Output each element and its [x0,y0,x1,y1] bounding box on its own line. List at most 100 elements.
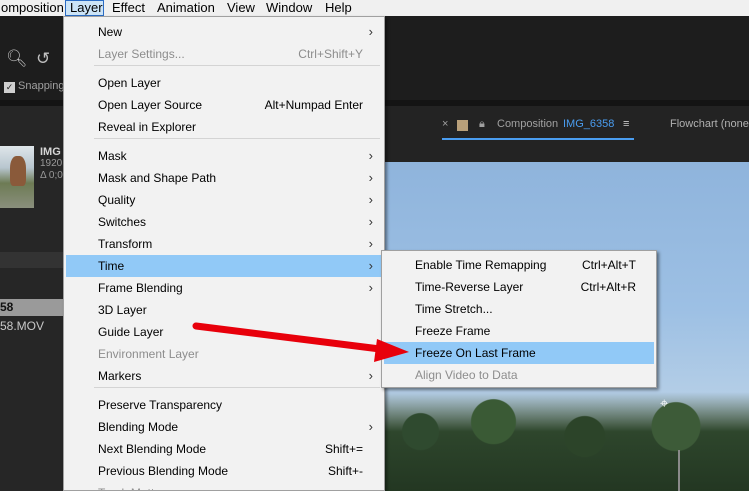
layer-menu-item-quality[interactable]: Quality › [66,189,382,211]
checkbox-icon: ✓ [4,82,15,93]
layer-menu-item-open-layer-source[interactable]: Open Layer Source Alt+Numpad Enter [66,94,382,116]
project-item-resolution: 1920 [40,158,63,169]
menu-item-label: Mask [98,149,127,163]
menu-separator [94,65,380,66]
menu-window[interactable]: Window [262,0,316,16]
viewer-trees [384,392,749,491]
submenu-chevron-icon: › [368,258,373,273]
menu-view[interactable]: View [223,0,259,16]
panel-menu-icon[interactable]: ≡ [623,118,629,130]
submenu-item-label: Enable Time Remapping [415,258,547,272]
layer-menu-item-reveal-in-explorer[interactable]: Reveal in Explorer [66,116,382,138]
layer-menu-item-switches[interactable]: Switches › [66,211,382,233]
viewer-lamp-post [678,450,680,491]
project-file-row[interactable]: 58.MOV [0,319,44,333]
layer-menu-item-environment-layer: Environment Layer [66,343,382,365]
menu-item-label: Layer Settings... [98,47,185,61]
menu-composition[interactable]: omposition [0,0,68,16]
project-strip [0,252,64,268]
layer-menu-item-3d-layer[interactable]: 3D Layer [66,299,382,321]
anchor-crosshair-icon[interactable]: ⌖ [660,395,668,412]
layer-menu-item-open-layer[interactable]: Open Layer [66,72,382,94]
menu-item-label: Preserve Transparency [98,398,223,412]
menu-bar: omposition Layer Effect Animation View W… [0,0,749,16]
submenu-chevron-icon: › [368,170,373,185]
lock-icon[interactable]: 🔒︎ [479,118,485,131]
layer-menu-item-new[interactable]: New › [66,21,382,43]
menu-layer[interactable]: Layer [65,0,104,16]
menu-item-label: 3D Layer [98,303,147,317]
menu-effect[interactable]: Effect [108,0,149,16]
layer-menu-item-transform[interactable]: Transform › [66,233,382,255]
time-submenu: Enable Time Remapping Ctrl+Alt+T Time-Reve… [381,250,657,388]
snapping-toggle[interactable]: ✓ Snapping [4,80,65,93]
project-item-name: IMG [40,146,61,158]
time-submenu-item-time-stretch[interactable]: Time Stretch... [384,298,654,320]
time-submenu-item-align-video-to-data: Align Video to Data [384,364,654,386]
menu-item-label: Environment Layer [98,347,199,361]
submenu-item-label: Freeze Frame [415,324,491,338]
menu-item-label: Markers [98,369,142,383]
menu-help[interactable]: Help [321,0,356,16]
menu-separator [94,138,380,139]
zoom-tool-icon[interactable]: 🔍︎ [6,49,28,69]
submenu-chevron-icon: › [368,419,373,434]
rotate-tool-icon[interactable]: ↺ [36,49,50,69]
active-tab-indicator [442,138,634,140]
submenu-chevron-icon: › [368,148,373,163]
submenu-item-shortcut: Ctrl+Alt+R [580,280,636,294]
time-submenu-item-freeze-on-last-frame[interactable]: Freeze On Last Frame [384,342,654,364]
layer-menu-item-guide-layer[interactable]: Guide Layer [66,321,382,343]
menu-item-label: Blending Mode [98,420,179,434]
menu-separator [94,387,380,388]
menu-item-label: Reveal in Explorer [98,120,197,134]
layer-menu-item-next-blending-mode[interactable]: Next Blending Mode Shift+= [66,438,382,460]
menu-item-label: Track Matte [98,482,161,490]
layer-menu-item-markers[interactable]: Markers › [66,365,382,387]
time-submenu-item-freeze-frame[interactable]: Freeze Frame [384,320,654,342]
menu-item-shortcut: Alt+Numpad Enter [264,98,363,112]
menu-item-label: Quality [98,193,136,207]
submenu-chevron-icon: › [368,214,373,229]
menu-item-label: Frame Blending [98,281,183,295]
menu-item-label: Mask and Shape Path [98,171,217,185]
submenu-item-shortcut: Ctrl+Alt+T [581,258,636,272]
project-selected-row[interactable]: 58 [0,299,64,316]
composition-tab-name[interactable]: IMG_6358 [563,118,614,130]
submenu-chevron-icon: › [368,236,373,251]
menu-item-label: New [98,25,123,39]
submenu-chevron-icon: › [368,280,373,295]
close-icon[interactable]: × [442,118,448,130]
layer-menu-item-time[interactable]: Time › [66,255,382,277]
layer-menu-item-layer-settings: Layer Settings... Ctrl+Shift+Y [66,43,382,65]
layer-menu-item-previous-blending-mode[interactable]: Previous Blending Mode Shift+- [66,460,382,482]
project-item-duration: Δ 0;0 [40,170,63,181]
layer-menu-item-frame-blending[interactable]: Frame Blending › [66,277,382,299]
menu-item-label: Switches [98,215,147,229]
menu-item-shortcut: Shift+- [327,464,363,478]
composition-tab-bar: × 🔒︎ Composition IMG_6358 ≡ Flowchart (n… [384,114,749,136]
menu-animation[interactable]: Animation [153,0,219,16]
submenu-chevron-icon: › [369,482,373,490]
submenu-chevron-icon: › [368,192,373,207]
layer-menu-item-mask[interactable]: Mask › [66,145,382,167]
flowchart-tab[interactable]: Flowchart (none [670,118,749,130]
tree-image [10,156,26,186]
menu-item-label: Previous Blending Mode [98,464,229,478]
menu-item-label: Next Blending Mode [98,442,207,456]
color-label-icon [457,120,468,131]
layer-menu-item-mask-and-shape-path[interactable]: Mask and Shape Path › [66,167,382,189]
submenu-chevron-icon: › [368,368,373,383]
time-submenu-item-time-reverse-layer[interactable]: Time-Reverse Layer Ctrl+Alt+R [384,276,654,298]
menu-item-shortcut: Shift+= [324,442,363,456]
menu-item-label: Time [98,259,125,273]
submenu-item-label: Freeze On Last Frame [415,346,536,360]
time-submenu-item-enable-time-remapping[interactable]: Enable Time Remapping Ctrl+Alt+T [384,254,654,276]
composition-tab-prefix[interactable]: Composition [497,118,558,130]
menu-item-label: Open Layer [98,76,161,90]
project-thumbnail [0,146,34,208]
layer-menu-item-preserve-transparency[interactable]: Preserve Transparency [66,394,382,416]
submenu-chevron-icon: › [368,24,373,39]
layer-menu-item-blending-mode[interactable]: Blending Mode › [66,416,382,438]
layer-menu-item-track-matte: Track Matte › [66,482,382,490]
